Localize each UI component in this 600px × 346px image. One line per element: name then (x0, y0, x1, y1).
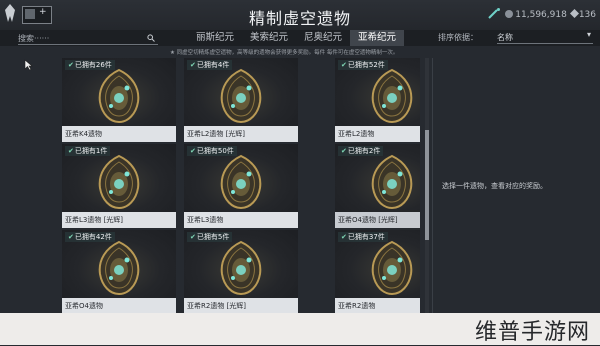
relic-name: 亚希L3遗物 (184, 212, 298, 228)
relic-card[interactable]: ✔已拥有2件亚希O4遗物 [光辉] (335, 144, 420, 228)
void-relic-icon (98, 68, 140, 124)
sort-value: 名称 (497, 33, 513, 42)
owned-count-badge: ✔已拥有5件 (187, 232, 233, 242)
relic-card[interactable]: ✔已拥有50件亚希L3遗物 (184, 144, 298, 228)
owned-count-badge: ✔已拥有2件 (338, 146, 384, 156)
check-icon: ✔ (190, 233, 196, 241)
owned-count: 已拥有5件 (196, 233, 230, 241)
check-icon: ✔ (341, 233, 347, 241)
owned-count-badge: ✔已拥有52件 (338, 60, 388, 70)
check-icon: ✔ (341, 147, 347, 155)
credits-icon (505, 10, 514, 18)
check-icon: ✔ (190, 61, 196, 69)
owned-count: 已拥有26件 (74, 61, 112, 69)
void-relic-icon (220, 240, 262, 296)
owned-count: 已拥有50件 (196, 147, 234, 155)
relic-card[interactable]: ✔已拥有26件亚希K4遗物 (62, 58, 176, 142)
owned-count-badge: ✔已拥有42件 (65, 232, 115, 242)
void-relic-icon (220, 68, 262, 124)
era-tabs: 丽斯纪元 美索纪元 尼奥纪元 亚希纪元 (188, 30, 405, 46)
relic-card[interactable]: ✔已拥有1件亚希L3遗物 [光辉] (62, 144, 176, 228)
relic-name: 亚希K4遗物 (62, 126, 176, 142)
mouse-cursor-icon (24, 59, 33, 71)
sort-label: 排序依据： (438, 33, 478, 42)
scrollbar-thumb[interactable] (425, 130, 429, 240)
relic-name: 亚希L2遗物 [光辉] (184, 126, 298, 142)
relic-name: 亚希O4遗物 [光辉] (335, 212, 420, 228)
currency-display: 11,596,918 136 (488, 8, 596, 20)
check-icon: ✔ (190, 147, 196, 155)
relic-name: 亚希R2遗物 (335, 298, 420, 313)
owned-count: 已拥有37件 (347, 233, 385, 241)
search-input[interactable] (18, 33, 158, 45)
relic-name: 亚希O4遗物 (62, 298, 176, 313)
owned-count-badge: ✔已拥有1件 (65, 146, 111, 156)
owned-count: 已拥有4件 (196, 61, 230, 69)
chevron-down-icon: ▾ (586, 30, 591, 39)
void-relic-icon (220, 154, 262, 210)
relic-card[interactable]: ✔已拥有37件亚希R2遗物 (335, 230, 420, 313)
relic-card[interactable]: ✔已拥有42件亚希O4遗物 (62, 230, 176, 313)
owned-count: 已拥有52件 (347, 61, 385, 69)
relic-name: 亚希L2遗物 (335, 126, 420, 142)
platinum-icon (569, 9, 579, 18)
platinum-value: 136 (578, 10, 596, 20)
tab-meso[interactable]: 美索纪元 (242, 30, 296, 46)
void-relic-icon (98, 240, 140, 296)
hint-text: ★ 同虚空切精炼虚空遗物，高等级的遗物会获得更多奖励。每件 每件可在虚空遗物精制… (170, 50, 399, 56)
credits-value: 11,596,918 (515, 10, 567, 20)
check-icon: ✔ (68, 233, 74, 241)
tab-neo[interactable]: 尼奥纪元 (296, 30, 350, 46)
void-relic-icon (371, 240, 413, 296)
tab-axi[interactable]: 亚希纪元 (350, 30, 405, 46)
owned-count: 已拥有42件 (74, 233, 112, 241)
relic-name: 亚希L3遗物 [光辉] (62, 212, 176, 228)
owned-count: 已拥有2件 (347, 147, 381, 155)
relic-name: 亚希R2遗物 [光辉] (184, 298, 298, 313)
relic-grid: ✔已拥有26件 亚希K4遗物 ✔已拥有4件 亚希L2遗物 [光辉] ✔已拥有52件 亚希L… (62, 58, 420, 313)
owned-count-badge: ✔已拥有50件 (187, 146, 237, 156)
detail-hint: 选择一件遗物，查看对应的奖励。 (442, 182, 547, 190)
watermark: 维普手游网 (475, 320, 591, 345)
void-relic-icon (371, 154, 413, 210)
relic-card[interactable]: ✔已拥有52件亚希L2遗物 (335, 58, 420, 142)
sort-dropdown[interactable]: 名称 ▾ (497, 30, 593, 44)
void-relic-icon (98, 154, 140, 210)
check-icon: ✔ (68, 61, 74, 69)
owned-count-badge: ✔已拥有26件 (65, 60, 115, 70)
relic-card[interactable]: ✔已拥有5件亚希R2遗物 [光辉] (184, 230, 298, 313)
owned-count: 已拥有1件 (74, 147, 108, 155)
void-relic-icon (371, 68, 413, 124)
owned-count-badge: ✔已拥有4件 (187, 60, 233, 70)
check-icon: ✔ (68, 147, 74, 155)
tab-lith[interactable]: 丽斯纪元 (188, 30, 242, 46)
check-icon: ✔ (341, 61, 347, 69)
owned-count-badge: ✔已拥有37件 (338, 232, 388, 242)
wrench-icon[interactable] (488, 8, 502, 19)
search-icon[interactable] (147, 34, 155, 42)
relic-card[interactable]: ✔已拥有4件亚希L2遗物 [光辉] (184, 58, 298, 142)
